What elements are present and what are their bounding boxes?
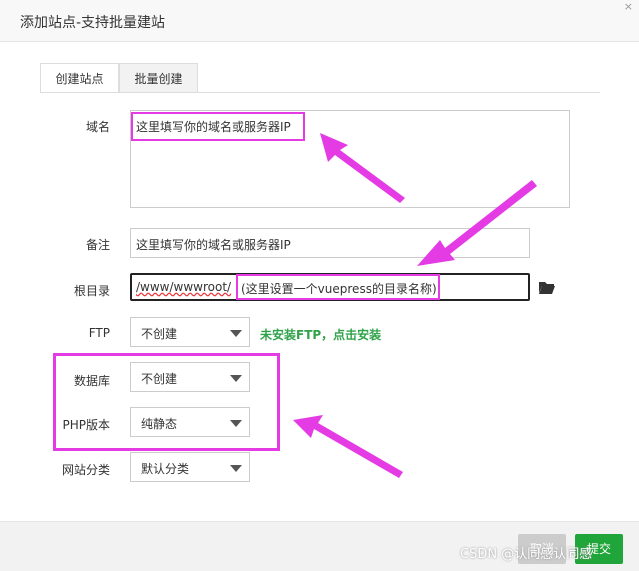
arrow-icon	[320, 133, 405, 203]
arrow-icon	[417, 180, 537, 266]
arrow-icon	[293, 415, 403, 478]
watermark: CSDN @认同感认同感	[460, 547, 593, 562]
annotation-arrows	[293, 133, 537, 478]
